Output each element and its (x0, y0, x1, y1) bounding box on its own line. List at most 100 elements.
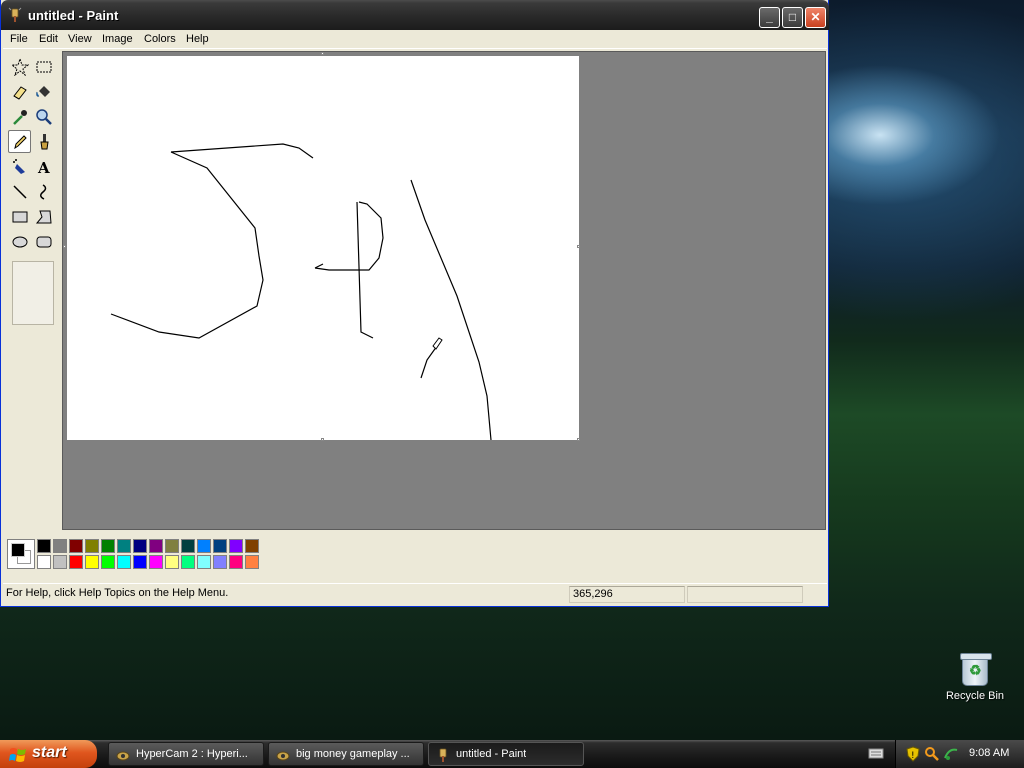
palette-swatch[interactable] (197, 539, 211, 553)
rectangle-icon (12, 211, 27, 222)
palette-swatch[interactable] (197, 555, 211, 569)
palette-swatch[interactable] (245, 555, 259, 569)
paint-app-icon (439, 748, 447, 762)
menu-edit[interactable]: Edit (39, 33, 58, 45)
ellipse-tool[interactable] (8, 230, 31, 253)
pick-color-tool[interactable] (8, 105, 31, 128)
palette-swatch[interactable] (69, 539, 83, 553)
search-icon[interactable] (924, 746, 940, 762)
rectangle-tool[interactable] (8, 205, 31, 228)
status-help-text: For Help, click Help Topics on the Help … (6, 587, 229, 599)
eraser-tool[interactable] (8, 80, 31, 103)
palette-swatch[interactable] (101, 539, 115, 553)
start-button[interactable]: start (0, 740, 97, 768)
paint-bucket-icon (35, 85, 50, 97)
taskbar-item-paint[interactable]: untitled - Paint (428, 742, 584, 766)
curve-tool[interactable] (32, 180, 55, 203)
magnifier-icon (35, 108, 52, 125)
network-icon[interactable] (943, 746, 959, 762)
maximize-button[interactable]: □ (782, 7, 803, 28)
brush-tool[interactable] (32, 130, 55, 153)
taskbar-item-gameplay[interactable]: big money gameplay ... (268, 742, 424, 766)
palette-swatch[interactable] (181, 555, 195, 569)
drawing-canvas[interactable] (67, 56, 579, 440)
palette-swatch[interactable] (245, 539, 259, 553)
palette-swatch[interactable] (165, 539, 179, 553)
taskbar-item-label: big money gameplay ... (296, 748, 410, 760)
palette-swatch[interactable] (149, 555, 163, 569)
paint-window: untitled - Paint _ □ ✕ File Edit View Im… (0, 0, 829, 607)
free-form-select-tool[interactable] (8, 55, 31, 78)
recycle-bin-label: Recycle Bin (945, 690, 1005, 702)
palette-swatch[interactable] (165, 555, 179, 569)
palette-swatch[interactable] (229, 539, 243, 553)
palette-swatch[interactable] (117, 539, 131, 553)
security-shield-icon[interactable]: ! (905, 746, 921, 762)
polygon-tool[interactable] (32, 205, 55, 228)
status-bar: For Help, click Help Topics on the Help … (3, 583, 827, 604)
taskbar-item-label: HyperCam 2 : Hyperi... (136, 748, 248, 760)
menu-colors[interactable]: Colors (144, 33, 176, 45)
text-a-icon: A (37, 159, 50, 176)
svg-text:!: ! (911, 751, 915, 761)
menu-image[interactable]: Image (102, 33, 133, 45)
recycle-bin-shortcut[interactable]: ♻ Recycle Bin (940, 653, 1010, 702)
text-tool[interactable]: A (32, 155, 55, 178)
magnifier-tool[interactable] (32, 105, 55, 128)
palette-swatch[interactable] (213, 539, 227, 553)
rect-select-tool[interactable] (32, 55, 55, 78)
resize-handle-corner[interactable] (577, 438, 580, 441)
palette-swatch[interactable] (117, 555, 131, 569)
eraser-icon (12, 85, 27, 100)
window-title: untitled - Paint (28, 8, 119, 23)
color-box (3, 532, 827, 578)
polygon-icon (35, 210, 52, 223)
brush-icon (39, 133, 49, 149)
fill-tool[interactable] (32, 80, 55, 103)
palette-swatch[interactable] (85, 539, 99, 553)
palette-swatch[interactable] (229, 555, 243, 569)
resize-handle-bottom[interactable] (321, 438, 324, 441)
palette-swatch[interactable] (213, 555, 227, 569)
curve-icon (39, 183, 46, 200)
resize-handle-right[interactable] (577, 245, 580, 248)
drawing-strokes (110, 143, 492, 440)
palette-swatch[interactable] (53, 539, 67, 553)
palette-swatch[interactable] (149, 539, 163, 553)
pencil-icon (13, 134, 27, 149)
windows-logo-icon (9, 748, 26, 762)
menu-file[interactable]: File (10, 33, 28, 45)
palette-swatch[interactable] (181, 539, 195, 553)
tool-options-box[interactable] (12, 261, 54, 325)
resize-handle-left (63, 245, 66, 248)
palette-swatch[interactable] (53, 555, 67, 569)
status-selection-size (687, 586, 803, 603)
palette-swatch[interactable] (133, 539, 147, 553)
keyboard-icon[interactable] (868, 746, 884, 760)
menu-help[interactable]: Help (186, 33, 209, 45)
rounded-rectangle-tool[interactable] (32, 230, 55, 253)
taskbar-clock[interactable]: 9:08 AM (969, 747, 1009, 759)
current-colors-indicator[interactable] (7, 539, 35, 569)
title-bar[interactable]: untitled - Paint _ □ ✕ (1, 0, 829, 30)
resize-handle-top (321, 52, 324, 55)
palette-swatch[interactable] (85, 555, 99, 569)
ellipse-icon (12, 236, 27, 247)
pencil-tool[interactable] (8, 130, 31, 153)
status-coordinates: 365,296 (569, 586, 685, 603)
palette-swatch[interactable] (101, 555, 115, 569)
palette-swatch[interactable] (37, 555, 51, 569)
menu-view[interactable]: View (68, 33, 92, 45)
palette-swatch[interactable] (69, 555, 83, 569)
close-button[interactable]: ✕ (805, 7, 826, 28)
eyedropper-icon (12, 109, 27, 125)
palette-swatch[interactable] (133, 555, 147, 569)
canvas-scroll-area[interactable] (62, 51, 826, 530)
recycle-bin-icon: ♻ (960, 653, 992, 686)
palette-swatch[interactable] (37, 539, 51, 553)
airbrush-tool[interactable] (8, 155, 31, 178)
line-tool[interactable] (8, 180, 31, 203)
taskbar-item-hypercam[interactable]: HyperCam 2 : Hyperi... (108, 742, 264, 766)
minimize-button[interactable]: _ (759, 7, 780, 28)
hypercam-icon (116, 751, 130, 761)
